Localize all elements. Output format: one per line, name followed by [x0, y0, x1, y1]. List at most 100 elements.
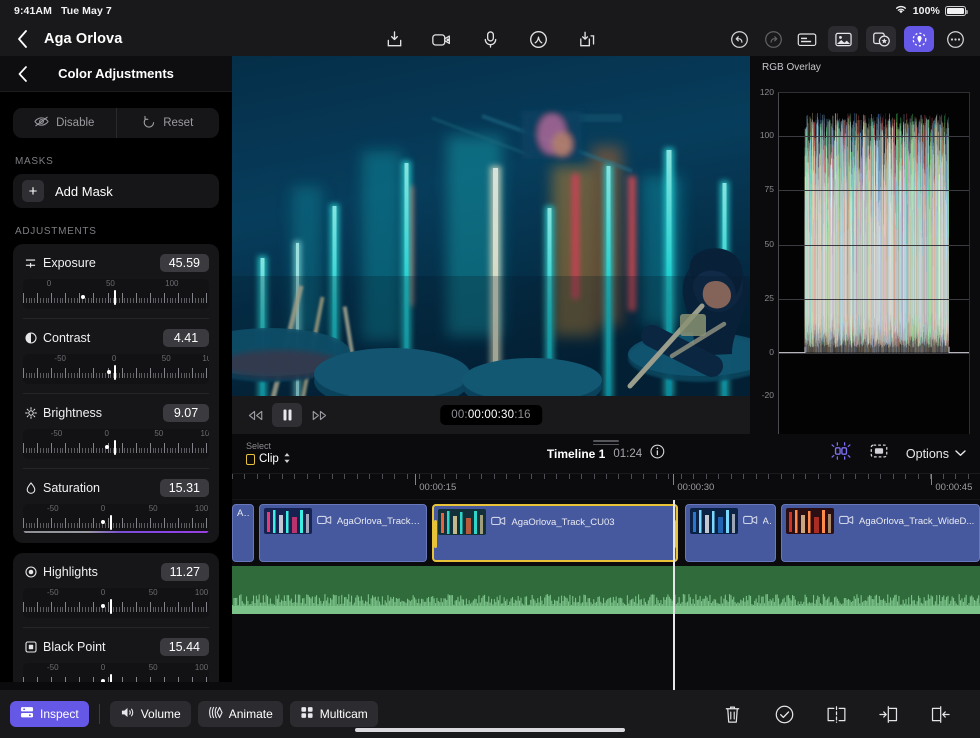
share-export-icon[interactable]: [573, 26, 599, 52]
ruler-tick: [693, 474, 694, 479]
redo-icon[interactable]: [760, 26, 786, 52]
slider-default-marker: [101, 679, 105, 682]
timeline-clip[interactable]: Ag...: [232, 504, 254, 562]
slider-tick-label: 100: [202, 354, 209, 363]
adjustment-label: Saturation: [43, 481, 160, 495]
slider-contrast[interactable]: -50050100: [23, 354, 209, 384]
disable-label: Disable: [56, 117, 94, 129]
options-button[interactable]: Options: [906, 447, 966, 461]
animate-button[interactable]: Animate: [198, 701, 283, 727]
adjustment-value[interactable]: 11.27: [161, 563, 209, 581]
more-options-icon[interactable]: [942, 26, 968, 52]
record-video-icon[interactable]: [429, 26, 455, 52]
ruler-tick: [768, 474, 769, 479]
scope-gridline: [779, 299, 969, 300]
slider-knob[interactable]: [114, 365, 116, 380]
volume-button[interactable]: Volume: [110, 701, 191, 727]
slider-highlights[interactable]: -50050100: [23, 588, 209, 618]
inspect-button[interactable]: Inspect: [10, 701, 89, 727]
fast-forward-icon[interactable]: [304, 403, 334, 427]
slider-tick-label: 0: [104, 429, 108, 438]
ruler-tick: [868, 474, 869, 479]
ruler-tick: [743, 474, 744, 479]
undo-icon[interactable]: [726, 26, 752, 52]
disable-button[interactable]: Disable: [13, 108, 116, 138]
slider-knob[interactable]: [114, 290, 116, 305]
ruler-tick: [419, 474, 420, 479]
adjustment-label: Brightness: [43, 406, 163, 420]
back-button[interactable]: [12, 29, 32, 49]
multicam-button[interactable]: Multicam: [290, 701, 378, 727]
audio-waveform: [232, 592, 980, 614]
record-voiceover-icon[interactable]: [477, 26, 503, 52]
brightness-icon: [23, 407, 38, 419]
slider-saturation[interactable]: -50050100: [23, 504, 209, 534]
timeline-ruler[interactable]: 00:00:1500:00:3000:00:45: [232, 474, 980, 500]
ruler-tick: [668, 474, 669, 479]
timecode-hours: 00:: [451, 409, 468, 421]
storyboard-icon[interactable]: [868, 441, 890, 466]
adjustment-exposure: Exposure45.59 050100: [23, 244, 209, 318]
timeline-name: Timeline 1: [547, 447, 605, 461]
reset-button[interactable]: Reset: [116, 108, 220, 138]
top-toolbar: Aga Orlova: [0, 22, 980, 56]
timeline-clip[interactable]: A...: [685, 504, 776, 562]
import-media-icon[interactable]: [381, 26, 407, 52]
clip-trim-handle-left[interactable]: [434, 520, 437, 548]
current-timecode[interactable]: 00:00:00:30:16: [440, 405, 542, 425]
inspect-icon: [20, 706, 34, 722]
scope-y-tick: 50: [765, 239, 774, 249]
split-clip-icon[interactable]: [824, 702, 848, 726]
adjustment-label: Exposure: [43, 256, 160, 270]
captions-icon[interactable]: [794, 26, 820, 52]
pause-icon[interactable]: [272, 403, 302, 427]
timeline-clip[interactable]: AgaOrlova_Track_CU03: [432, 504, 677, 562]
select-value-row[interactable]: Clip: [246, 452, 291, 467]
clip-name: A...: [763, 516, 771, 527]
approve-check-icon[interactable]: [772, 702, 796, 726]
status-bar: 9:41AM Tue May 7 100%: [0, 0, 980, 22]
adjustment-value[interactable]: 45.59: [160, 254, 209, 272]
video-preview[interactable]: [232, 56, 750, 396]
slider-exposure[interactable]: 050100: [23, 279, 209, 309]
audio-track[interactable]: [232, 566, 980, 614]
slider-tick-label: 50: [154, 429, 163, 438]
adjustment-label: Black Point: [43, 640, 160, 654]
video-editor-app: 9:41AM Tue May 7 100% Aga Orlova: [0, 0, 980, 738]
slider-default-marker: [81, 295, 85, 299]
ruler-tick: [805, 474, 806, 479]
timeline-clip[interactable]: AgaOrlova_Track_WideD...: [781, 504, 980, 562]
magic-wand-icon[interactable]: [525, 26, 551, 52]
effects-icon[interactable]: [866, 26, 896, 52]
info-circle-icon[interactable]: [650, 444, 665, 464]
adjustment-value[interactable]: 9.07: [163, 404, 209, 422]
ruler-tick: [269, 474, 270, 479]
slider-knob[interactable]: [114, 440, 116, 455]
adjustment-value[interactable]: 15.31: [160, 479, 209, 497]
delete-icon[interactable]: [720, 702, 744, 726]
video-clip-icon: [317, 512, 332, 530]
slider-tick-label: 50: [162, 354, 171, 363]
adjustment-label: Highlights: [43, 565, 161, 579]
timeline-tools: Options: [830, 441, 966, 466]
ruler-tick: [344, 474, 345, 479]
adjustment-value[interactable]: 4.41: [163, 329, 209, 347]
adjustment-value[interactable]: 15.44: [160, 638, 209, 656]
eye-slash-icon: [34, 115, 49, 131]
media-library-icon[interactable]: [828, 26, 858, 52]
rewind-icon[interactable]: [240, 403, 270, 427]
sidebar-back-button[interactable]: [14, 65, 32, 83]
timeline-clip[interactable]: AgaOrlova_Track_Wid...: [259, 504, 427, 562]
trim-end-icon[interactable]: [928, 702, 952, 726]
magic-effect-icon[interactable]: [830, 441, 852, 466]
color-adjust-icon[interactable]: [904, 26, 934, 52]
selection-mode[interactable]: Select Clip: [246, 441, 291, 467]
playhead[interactable]: [673, 500, 675, 690]
battery-icon: [945, 6, 966, 17]
trim-start-icon[interactable]: [876, 702, 900, 726]
select-label: Select: [246, 441, 291, 452]
add-mask-button[interactable]: + Add Mask: [13, 174, 219, 208]
timeline-duration: 01:24: [613, 448, 642, 460]
slider-brightness[interactable]: -50050100: [23, 429, 209, 459]
slider-black-point[interactable]: -50050100: [23, 663, 209, 682]
